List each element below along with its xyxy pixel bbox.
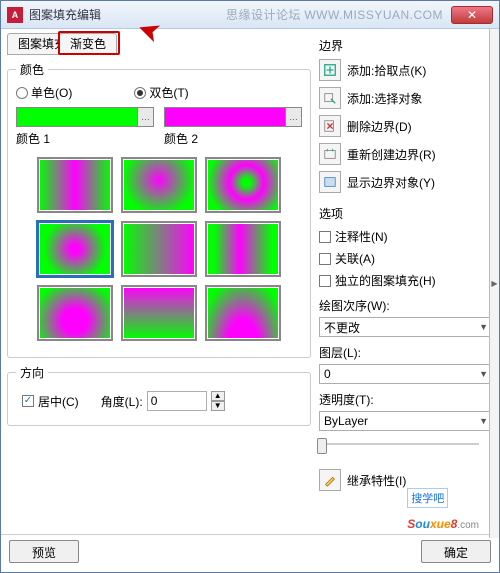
add-select-objects-label: 添加:选择对象 [347,90,422,107]
transparency-label: 透明度(T): [319,391,493,408]
gradient-preset[interactable] [205,157,281,213]
gradient-preset[interactable] [37,285,113,341]
chevron-down-icon: ▼ [479,369,488,379]
gradient-preset[interactable] [37,157,113,213]
boundary-title: 边界 [319,37,493,54]
direction-group: 方向 ✓ 居中(C) 角度(L): ▲▼ [7,364,311,426]
gradient-preset[interactable] [121,157,197,213]
checkbox-icon: ✓ [22,395,34,407]
ok-button[interactable]: 确定 [421,540,491,563]
chevron-down-icon: ▼ [479,416,488,426]
inherit-properties-label: 继承特性(I) [347,472,406,489]
gradient-presets [16,157,302,341]
associative-checkbox[interactable]: 关联(A) [319,250,493,267]
angle-input[interactable] [147,391,207,411]
color-2-swatch[interactable]: … [164,107,302,127]
draw-order-label: 绘图次序(W): [319,297,493,314]
separate-hatch-checkbox[interactable]: 独立的图案填充(H) [319,272,493,289]
radio-two-color[interactable]: 双色(T) [134,84,188,101]
gradient-preset[interactable] [37,221,113,277]
radio-icon [16,87,28,99]
app-icon: A [7,7,23,23]
layer-select[interactable]: 0▼ [319,364,493,384]
remove-boundary-label: 删除边界(D) [347,118,412,135]
gradient-preset[interactable] [205,221,281,277]
expand-sidebar-button[interactable]: ▶ [489,29,499,538]
gradient-preset[interactable] [205,285,281,341]
recreate-boundary-label: 重新创建边界(R) [347,146,436,163]
color-picker-icon[interactable]: … [285,108,301,126]
color-1-swatch[interactable]: … [16,107,154,127]
add-select-objects-button[interactable] [319,87,341,109]
preview-button[interactable]: 预览 [9,540,79,563]
color-picker-icon[interactable]: … [137,108,153,126]
angle-label: 角度(L): [101,393,143,410]
annotative-checkbox[interactable]: 注释性(N) [319,228,493,245]
draw-order-select[interactable]: 不更改▼ [319,317,493,337]
radio-one-color[interactable]: 单色(O) [16,84,72,101]
transparency-slider[interactable] [319,436,493,452]
color-group: 颜色 单色(O) 双色(T) … [7,61,311,358]
view-boundary-label: 显示边界对象(Y) [347,174,435,191]
angle-spinner[interactable]: ▲▼ [211,391,225,411]
inherit-properties-button[interactable] [319,469,341,491]
close-button[interactable]: ✕ [451,6,493,24]
titlebar: A 图案填充编辑 思缘设计论坛 WWW.MISSYUAN.COM ✕ [1,1,499,29]
layer-label: 图层(L): [319,344,493,361]
recreate-boundary-button[interactable] [319,143,341,165]
tab-strip: 图案填充 渐变色 ➤ [7,33,311,55]
options-title: 选项 [319,205,493,222]
window-title: 图案填充编辑 [29,6,226,23]
gradient-preset[interactable] [121,221,197,277]
transparency-select[interactable]: ByLayer▼ [319,411,493,431]
add-pick-points-label: 添加:拾取点(K) [347,62,426,79]
add-pick-points-button[interactable] [319,59,341,81]
remove-boundary-button[interactable] [319,115,341,137]
tab-gradient[interactable]: 渐变色 [59,33,117,55]
chevron-down-icon: ▼ [479,322,488,332]
radio-icon [134,87,146,99]
view-boundary-button[interactable] [319,171,341,193]
center-checkbox[interactable]: ✓ 居中(C) [22,393,79,410]
gradient-preset[interactable] [121,285,197,341]
watermark: 思缘设计论坛 WWW.MISSYUAN.COM [226,6,443,23]
